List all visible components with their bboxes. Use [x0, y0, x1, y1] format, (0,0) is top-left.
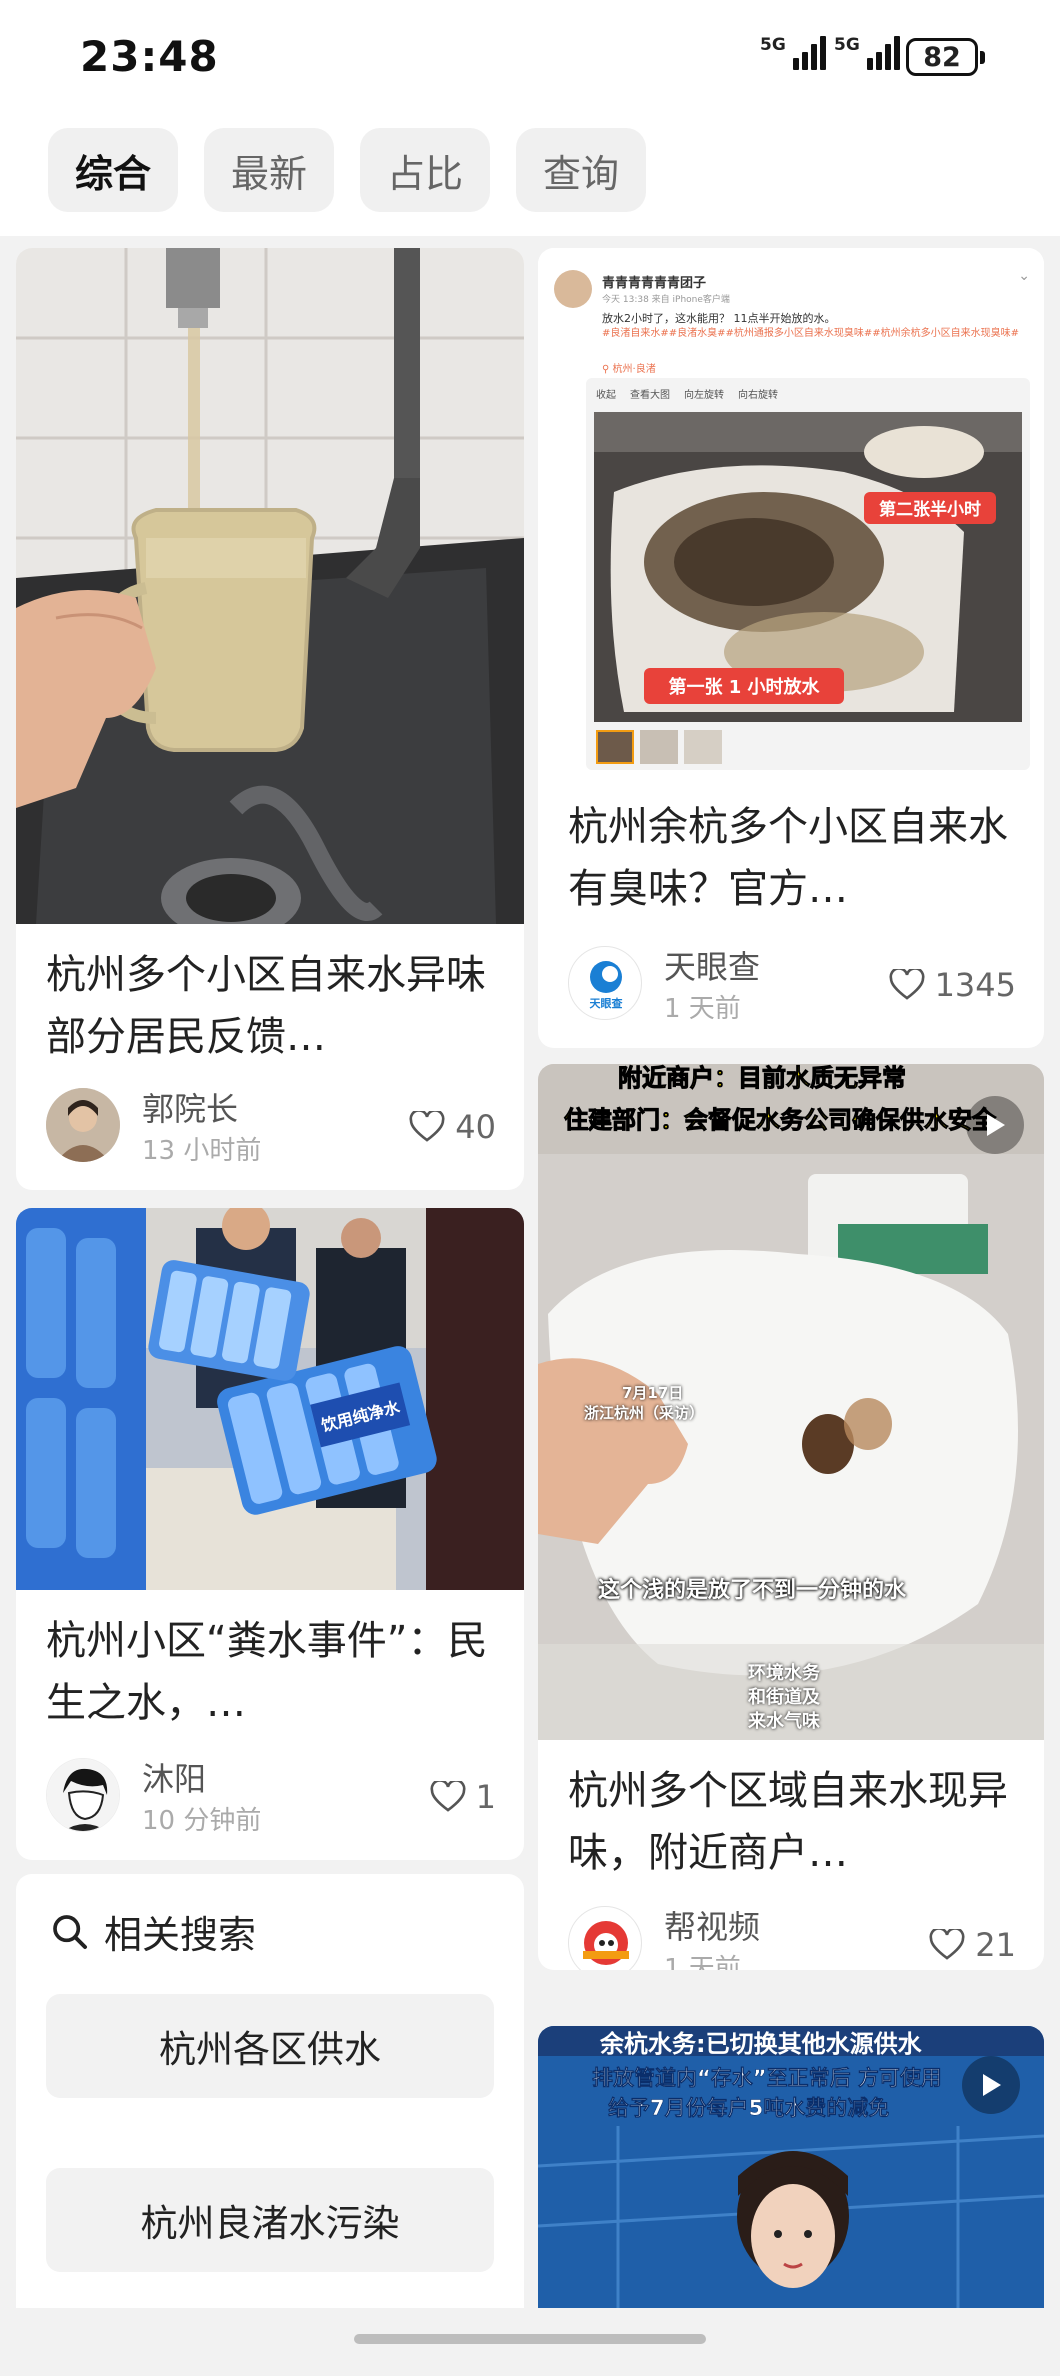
stained-tissue-image: 第二张半小时 第一张 1 小时放水: [594, 412, 1022, 722]
weibo-screenshot: 青青青青青青团子 今天 13:38 来自 iPhone客户端 ⌄ 放水2小时了，…: [538, 248, 1044, 778]
news-banner-1: 余杭水务:已切换其他水源供水: [600, 2030, 922, 2058]
post-time: 13 小时前: [142, 1136, 262, 1166]
author-name[interactable]: 天眼查: [664, 942, 760, 988]
battery-level: 82: [923, 41, 961, 73]
related-search-item[interactable]: 杭州各区供水: [46, 1994, 494, 2098]
toolbar-rotate-left: 向左旋转: [684, 390, 724, 401]
author-avatar[interactable]: [46, 1758, 120, 1832]
card-title[interactable]: 杭州余杭多个小区自来水有臭味？官方…: [568, 796, 1014, 920]
author-name[interactable]: 郭院长: [142, 1084, 238, 1130]
tab-latest[interactable]: 最新: [204, 128, 334, 212]
toolbar-collapse: 收起: [596, 390, 616, 401]
related-search-panel: 相关搜索 杭州各区供水 杭州良渚水污染: [16, 1874, 524, 2344]
weibo-image-frame: 收起 查看大图 向左旋转 向右旋转 第二张半小时 第一张 1 小时放水: [586, 378, 1030, 770]
network-type-2: 5G: [834, 35, 860, 55]
status-bar: 23:48 5G 5G 82: [0, 0, 1060, 118]
feed-card-right-1[interactable]: 青青青青青青团子 今天 13:38 来自 iPhone客户端 ⌄ 放水2小时了，…: [538, 248, 1044, 1048]
news-video-thumbnail: 余杭水务:已切换其他水源供水 排放管道内“存水”至正常后 方可使用 给予7月份每…: [538, 2026, 1044, 2326]
like-number: 40: [455, 1108, 496, 1146]
video-date: 7月17日: [622, 1384, 684, 1402]
toolbar-view-large: 查看大图: [630, 390, 670, 401]
video-side-caption: 环境水务 和街道及 来水气味: [748, 1663, 820, 1732]
like-count[interactable]: 40: [409, 1108, 496, 1146]
tap-water-photo: [16, 248, 524, 924]
signal-5g-icon: 5G: [760, 36, 826, 70]
feed-card-left-1[interactable]: 杭州多个小区自来水异味 部分居民反馈… 郭院长 13 小时前 40: [16, 248, 524, 1190]
news-banner-3: 给予7月份每户5吨水费的减免: [608, 2096, 890, 2121]
label-first-sheet: 第一张 1 小时放水: [668, 676, 820, 698]
feed-card-left-2[interactable]: 饮用纯净水 杭州小区“粪水事件”：民生之水，… 沐阳 10 分钟前 1: [16, 1208, 524, 1860]
like-count[interactable]: 1: [430, 1778, 496, 1816]
card-title[interactable]: 杭州多个区域自来水现异味，附近商户…: [568, 1760, 1014, 1884]
bottled-water-photo: 饮用纯净水: [16, 1208, 524, 1590]
heart-icon: [889, 969, 925, 1000]
search-icon: [53, 1914, 87, 1949]
signal-5g-icon-2: 5G: [834, 36, 900, 70]
post-time: 1 天前: [664, 1954, 741, 1970]
author-name[interactable]: 沐阳: [142, 1754, 206, 1800]
related-search-item[interactable]: 杭州良渚水污染: [46, 2168, 494, 2272]
heart-icon: [409, 1111, 445, 1142]
video-thumbnail: 附近商户：目前水质无异常 住建部门：会督促水务公司确保供水安全 7月17日 浙江…: [538, 1064, 1044, 1740]
news-banner-2: 排放管道内“存水”至正常后 方可使用: [592, 2066, 942, 2091]
play-icon[interactable]: [966, 1096, 1024, 1154]
video-banner-1: 附近商户：目前水质无异常: [618, 1064, 907, 1093]
card-title[interactable]: 杭州多个小区自来水异味 部分居民反馈…: [46, 944, 494, 1068]
tab-ratio[interactable]: 占比: [360, 128, 490, 212]
weibo-location: ⚲ 杭州·良渚: [602, 364, 656, 375]
feed-card-right-3[interactable]: 余杭水务:已切换其他水源供水 排放管道内“存水”至正常后 方可使用 给予7月份每…: [538, 2026, 1044, 2326]
like-number: 1: [475, 1778, 496, 1816]
video-banner-2: 住建部门：会督促水务公司确保供水安全: [564, 1106, 997, 1135]
network-type: 5G: [760, 35, 786, 55]
author-name[interactable]: 帮视频: [664, 1902, 760, 1948]
weibo-meta: 今天 13:38 来自 iPhone客户端: [602, 295, 730, 305]
chevron-down-icon: ⌄: [1018, 268, 1030, 284]
avatar-logo-text: 天眼查: [590, 996, 623, 1010]
toolbar-rotate-right: 向右旋转: [738, 390, 778, 401]
thumbnail-strip: [596, 730, 722, 764]
related-search-heading: 相关搜索: [50, 1904, 256, 1959]
home-indicator[interactable]: [354, 2334, 706, 2344]
heart-icon: [929, 1929, 965, 1960]
weibo-user: 青青青青青青团子: [602, 276, 707, 291]
filter-tabs: 综合 最新 占比 查询: [0, 118, 1060, 236]
like-count[interactable]: 1345: [889, 966, 1016, 1004]
clock: 23:48: [80, 32, 219, 81]
related-search-title: 相关搜索: [104, 1913, 257, 1957]
weibo-text: 放水2小时了，这水能用？ 11点半开始放的水。: [602, 312, 836, 325]
like-count[interactable]: 21: [929, 1926, 1016, 1964]
weibo-tags: #良渚自来水##良渚水臭##杭州通报多小区自来水现臭味##杭州余杭多小区自来水现…: [602, 328, 1020, 339]
author-avatar[interactable]: [568, 1906, 642, 1970]
video-subtitle: 这个浅的是放了不到一分钟的水: [598, 1578, 907, 1603]
tab-query[interactable]: 查询: [516, 128, 646, 212]
like-number: 1345: [934, 966, 1016, 1004]
author-avatar[interactable]: 天眼查: [568, 946, 642, 1020]
post-time: 1 天前: [664, 994, 741, 1024]
post-time: 10 分钟前: [142, 1806, 262, 1836]
like-number: 21: [975, 1926, 1016, 1964]
feed-card-right-2[interactable]: 附近商户：目前水质无异常 住建部门：会督促水务公司确保供水安全 7月17日 浙江…: [538, 1064, 1044, 1970]
author-avatar[interactable]: [46, 1088, 120, 1162]
card-title[interactable]: 杭州小区“粪水事件”：民生之水，…: [46, 1610, 494, 1734]
video-place: 浙江杭州（采访）: [584, 1404, 705, 1422]
battery-icon: 82: [906, 38, 985, 76]
play-icon[interactable]: [962, 2056, 1020, 2114]
heart-icon: [430, 1781, 466, 1812]
label-second-sheet: 第二张半小时: [879, 499, 981, 520]
tab-comprehensive[interactable]: 综合: [48, 128, 178, 212]
